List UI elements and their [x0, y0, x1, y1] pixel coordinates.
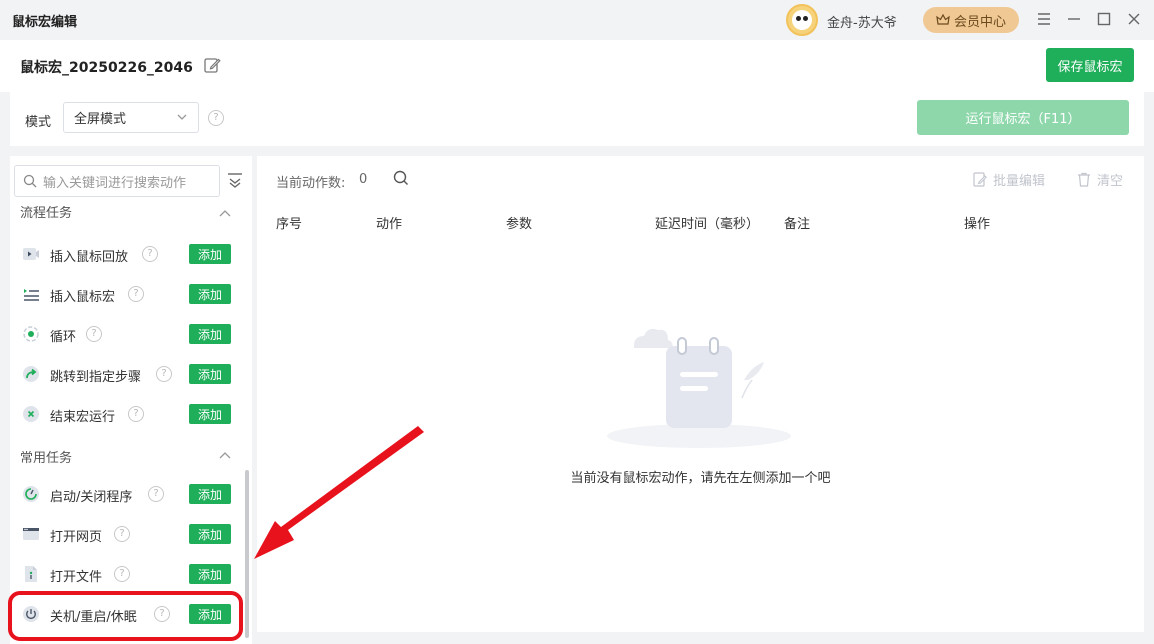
stop-x-icon — [23, 406, 39, 422]
add-button[interactable]: 添加 — [189, 524, 231, 544]
add-button[interactable]: 添加 — [189, 484, 231, 504]
avatar[interactable] — [786, 4, 818, 36]
task-end-macro: 结束宏运行 ? 添加 — [10, 401, 242, 427]
run-macro-button[interactable]: 运行鼠标宏（F11） — [917, 100, 1129, 135]
loop-icon — [23, 326, 39, 342]
panda-face-icon — [792, 10, 812, 30]
program-icon — [23, 486, 39, 502]
mode-bar: 模式 全屏模式 ? 运行鼠标宏（F11） — [10, 92, 1144, 146]
trash-icon — [1078, 172, 1090, 187]
file-icon — [25, 566, 37, 582]
action-list-panel: 当前动作数: 0 批量编辑 清空 序号 动作 参数 延迟时间（毫秒） 备注 操作… — [257, 156, 1144, 632]
action-library: 输入关键词进行搜索动作 流程任务 插入鼠标回放 ? 添加 插入鼠标宏 ? 添加 … — [10, 156, 252, 644]
jump-arrow-icon — [23, 366, 39, 382]
chevron-down-icon — [177, 114, 187, 120]
task-insert-macro: 插入鼠标宏 ? 添加 — [10, 281, 242, 307]
column-header-action: 动作 — [376, 217, 403, 232]
title-bar: 鼠标宏编辑 金舟-苏大爷 会员中心 — [0, 0, 1154, 40]
add-button[interactable]: 添加 — [189, 404, 231, 424]
mode-select[interactable]: 全屏模式 — [63, 102, 199, 133]
help-icon[interactable]: ? — [86, 326, 102, 342]
help-icon[interactable]: ? — [114, 526, 130, 542]
macro-name: 鼠标宏_20250226_2046 — [20, 60, 193, 76]
task-open-file: 打开文件 ? 添加 — [10, 561, 242, 587]
action-search-input[interactable]: 输入关键词进行搜索动作 — [14, 165, 220, 197]
section-header-flow[interactable]: 流程任务 — [20, 206, 72, 222]
annotation-highlight-ring — [8, 591, 243, 641]
mode-selected-value: 全屏模式 — [74, 112, 127, 127]
section-header-common[interactable]: 常用任务 — [20, 447, 72, 466]
help-icon[interactable]: ? — [128, 286, 144, 302]
help-icon[interactable]: ? — [156, 366, 172, 382]
save-macro-button[interactable]: 保存鼠标宏 — [1046, 48, 1134, 82]
browser-icon — [23, 528, 39, 540]
column-header-params: 参数 — [506, 217, 533, 232]
empty-state-message: 当前没有鼠标宏动作，请先在左侧添加一个吧 — [570, 471, 831, 486]
action-count-label: 当前动作数: — [276, 176, 346, 191]
search-placeholder: 输入关键词进行搜索动作 — [43, 175, 187, 191]
column-header-delay: 延迟时间（毫秒） — [655, 217, 760, 232]
vip-center-button[interactable]: 会员中心 — [923, 7, 1019, 33]
chevron-up-icon[interactable] — [218, 450, 232, 460]
help-icon[interactable]: ? — [114, 566, 130, 582]
menu-icon[interactable] — [1035, 10, 1053, 28]
task-loop: 循环 ? 添加 — [10, 321, 242, 347]
mode-label: 模式 — [25, 115, 52, 130]
column-header-operation: 操作 — [964, 217, 991, 232]
empty-notepad-illustration — [607, 328, 791, 448]
search-icon — [23, 174, 37, 188]
scrollbar[interactable] — [245, 470, 249, 638]
search-icon[interactable] — [393, 170, 409, 186]
help-icon[interactable]: ? — [208, 110, 224, 126]
chevron-up-icon[interactable] — [218, 208, 232, 218]
column-header-index: 序号 — [276, 217, 303, 232]
help-icon[interactable]: ? — [142, 246, 158, 262]
vip-label: 会员中心 — [953, 14, 1006, 30]
add-button[interactable]: 添加 — [189, 324, 231, 344]
help-icon[interactable]: ? — [148, 486, 164, 502]
action-count-value: 0 — [359, 172, 368, 187]
column-header-note: 备注 — [784, 217, 811, 232]
maximize-icon[interactable] — [1095, 10, 1113, 28]
batch-edit-icon — [973, 172, 987, 187]
edit-name-icon[interactable] — [203, 56, 221, 74]
task-open-webpage: 打开网页 ? 添加 — [10, 521, 242, 547]
help-icon[interactable]: ? — [128, 406, 144, 422]
macro-header: 鼠标宏_20250226_2046 保存鼠标宏 — [0, 40, 1154, 92]
add-button[interactable]: 添加 — [189, 244, 231, 264]
minimize-icon[interactable] — [1065, 10, 1083, 28]
task-jump-step: 跳转到指定步骤 ? 添加 — [10, 361, 242, 387]
list-play-icon — [24, 289, 39, 301]
task-insert-playback: 插入鼠标回放 ? 添加 — [10, 241, 242, 267]
batch-edit-label: 批量编辑 — [993, 174, 1046, 189]
username[interactable]: 金舟-苏大爷 — [827, 12, 897, 31]
task-start-close-program: 启动/关闭程序 ? 添加 — [10, 481, 242, 507]
batch-edit-button[interactable]: 批量编辑 — [973, 170, 1045, 189]
app-title: 鼠标宏编辑 — [12, 15, 78, 30]
add-button[interactable]: 添加 — [189, 564, 231, 584]
clear-label: 清空 — [1097, 174, 1124, 189]
video-icon — [23, 248, 39, 260]
add-button[interactable]: 添加 — [189, 364, 231, 384]
collapse-all-icon[interactable] — [227, 172, 243, 188]
crown-icon — [936, 13, 950, 25]
close-icon[interactable] — [1125, 10, 1143, 28]
add-button[interactable]: 添加 — [189, 284, 231, 304]
clear-button[interactable]: 清空 — [1077, 170, 1123, 189]
